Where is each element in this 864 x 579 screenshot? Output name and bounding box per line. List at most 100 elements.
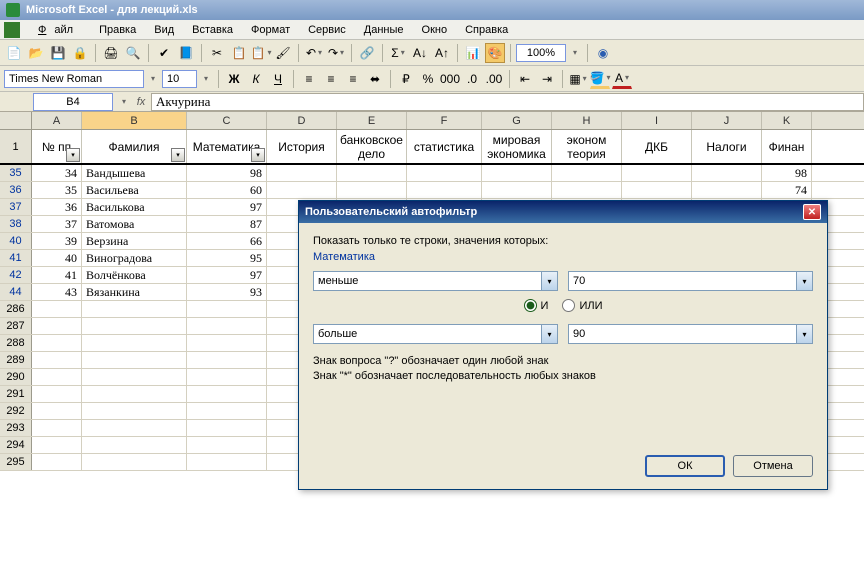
filter-button[interactable]: ▾ — [66, 148, 80, 162]
col-header-A[interactable]: A — [32, 112, 82, 129]
chevron-down-icon[interactable]: ▾ — [796, 325, 812, 343]
cell[interactable] — [32, 403, 82, 419]
borders-icon[interactable]: ▦ — [568, 69, 588, 89]
cell[interactable] — [32, 301, 82, 317]
ok-button[interactable]: ОК — [645, 455, 725, 477]
align-right-icon[interactable]: ≡ — [343, 69, 363, 89]
cell[interactable] — [482, 165, 552, 181]
font-name-combo[interactable]: Times New Roman — [4, 70, 144, 88]
increase-decimal-icon[interactable]: .0 — [462, 69, 482, 89]
cell[interactable] — [82, 369, 187, 385]
currency-icon[interactable]: ₽ — [396, 69, 416, 89]
row-header[interactable]: 287 — [0, 318, 32, 334]
cell[interactable]: Виноградова — [82, 250, 187, 266]
cell[interactable]: 66 — [187, 233, 267, 249]
font-size-combo[interactable]: 10 — [162, 70, 197, 88]
chevron-down-icon[interactable]: ▾ — [541, 272, 557, 290]
row-header[interactable]: 40 — [0, 233, 32, 249]
chevron-down-icon[interactable]: ▾ — [541, 325, 557, 343]
cell[interactable]: 36 — [32, 199, 82, 215]
cell[interactable]: 98 — [187, 165, 267, 181]
header-cell-stats[interactable]: статистика — [407, 130, 482, 163]
header-cell-worldecon[interactable]: мировая экономика — [482, 130, 552, 163]
cell[interactable]: Ватомова — [82, 216, 187, 232]
menu-format[interactable]: Формат — [243, 22, 298, 38]
cell[interactable] — [82, 318, 187, 334]
merge-center-icon[interactable]: ⬌ — [365, 69, 385, 89]
cell[interactable] — [187, 454, 267, 470]
header-cell-npp[interactable]: № пп▾ — [32, 130, 82, 163]
row-header[interactable]: 42 — [0, 267, 32, 283]
row-header[interactable]: 295 — [0, 454, 32, 470]
filter-button[interactable]: ▾ — [251, 148, 265, 162]
operator2-combo[interactable]: больше▾ — [313, 324, 558, 344]
increase-indent-icon[interactable]: ⇥ — [537, 69, 557, 89]
spelling-icon[interactable]: ✔ — [154, 43, 174, 63]
print-icon[interactable]: 🖨 — [101, 43, 121, 63]
cell[interactable]: 39 — [32, 233, 82, 249]
cell[interactable] — [32, 369, 82, 385]
row-header[interactable]: 36 — [0, 182, 32, 198]
name-box-dropdown-icon[interactable]: ▾ — [117, 97, 131, 106]
row-header[interactable]: 38 — [0, 216, 32, 232]
cell[interactable]: 41 — [32, 267, 82, 283]
cell[interactable] — [32, 352, 82, 368]
row-header[interactable]: 288 — [0, 335, 32, 351]
cell[interactable] — [337, 165, 407, 181]
cell[interactable]: 40 — [32, 250, 82, 266]
cell[interactable] — [187, 335, 267, 351]
save-icon[interactable]: 💾 — [48, 43, 68, 63]
drawing-icon[interactable]: 🎨 — [485, 43, 505, 63]
cell[interactable] — [32, 420, 82, 436]
row-header[interactable]: 41 — [0, 250, 32, 266]
preview-icon[interactable]: 🔍 — [123, 43, 143, 63]
cell[interactable] — [407, 182, 482, 198]
cell[interactable]: 60 — [187, 182, 267, 198]
menu-edit[interactable]: Правка — [91, 22, 144, 38]
cell[interactable]: 74 — [762, 182, 812, 198]
col-header-B[interactable]: B — [82, 112, 187, 129]
cell[interactable] — [337, 182, 407, 198]
autosum-icon[interactable]: Σ — [388, 43, 408, 63]
format-painter-icon[interactable]: 🖌 — [273, 43, 293, 63]
cell[interactable] — [187, 318, 267, 334]
row-header[interactable]: 294 — [0, 437, 32, 453]
cell[interactable] — [407, 165, 482, 181]
cell[interactable] — [267, 165, 337, 181]
permission-icon[interactable]: 🔒 — [70, 43, 90, 63]
row-header[interactable]: 290 — [0, 369, 32, 385]
cut-icon[interactable]: ✂ — [207, 43, 227, 63]
cell[interactable]: 93 — [187, 284, 267, 300]
menu-help[interactable]: Справка — [457, 22, 516, 38]
radio-or[interactable]: ИЛИ — [562, 299, 602, 312]
help-icon[interactable]: ◉ — [593, 43, 613, 63]
cell[interactable] — [32, 437, 82, 453]
cell[interactable] — [82, 420, 187, 436]
cell[interactable] — [692, 165, 762, 181]
cell[interactable]: Василькова — [82, 199, 187, 215]
cell[interactable] — [187, 403, 267, 419]
cell[interactable] — [552, 182, 622, 198]
cell[interactable]: 97 — [187, 267, 267, 283]
research-icon[interactable]: 📘 — [176, 43, 196, 63]
menu-data[interactable]: Данные — [356, 22, 412, 38]
cell[interactable]: 95 — [187, 250, 267, 266]
dialog-titlebar[interactable]: Пользовательский автофильтр ✕ — [299, 201, 827, 223]
row-header[interactable]: 289 — [0, 352, 32, 368]
menu-insert[interactable]: Вставка — [184, 22, 241, 38]
header-cell-finance[interactable]: Финан — [762, 130, 812, 163]
cell[interactable] — [187, 386, 267, 402]
hyperlink-icon[interactable]: 🔗 — [357, 43, 377, 63]
value1-combo[interactable]: 70▾ — [568, 271, 813, 291]
header-cell-banking[interactable]: банковское дело — [337, 130, 407, 163]
cell[interactable] — [187, 301, 267, 317]
undo-icon[interactable]: ↶ — [304, 43, 324, 63]
cell[interactable]: 37 — [32, 216, 82, 232]
cell[interactable] — [622, 182, 692, 198]
menu-file[interactable]: Файл — [30, 22, 89, 38]
cell[interactable]: 35 — [32, 182, 82, 198]
cell[interactable] — [82, 335, 187, 351]
zoom-combo[interactable]: 100% — [516, 44, 566, 62]
cell[interactable]: 34 — [32, 165, 82, 181]
underline-icon[interactable]: Ч — [268, 69, 288, 89]
